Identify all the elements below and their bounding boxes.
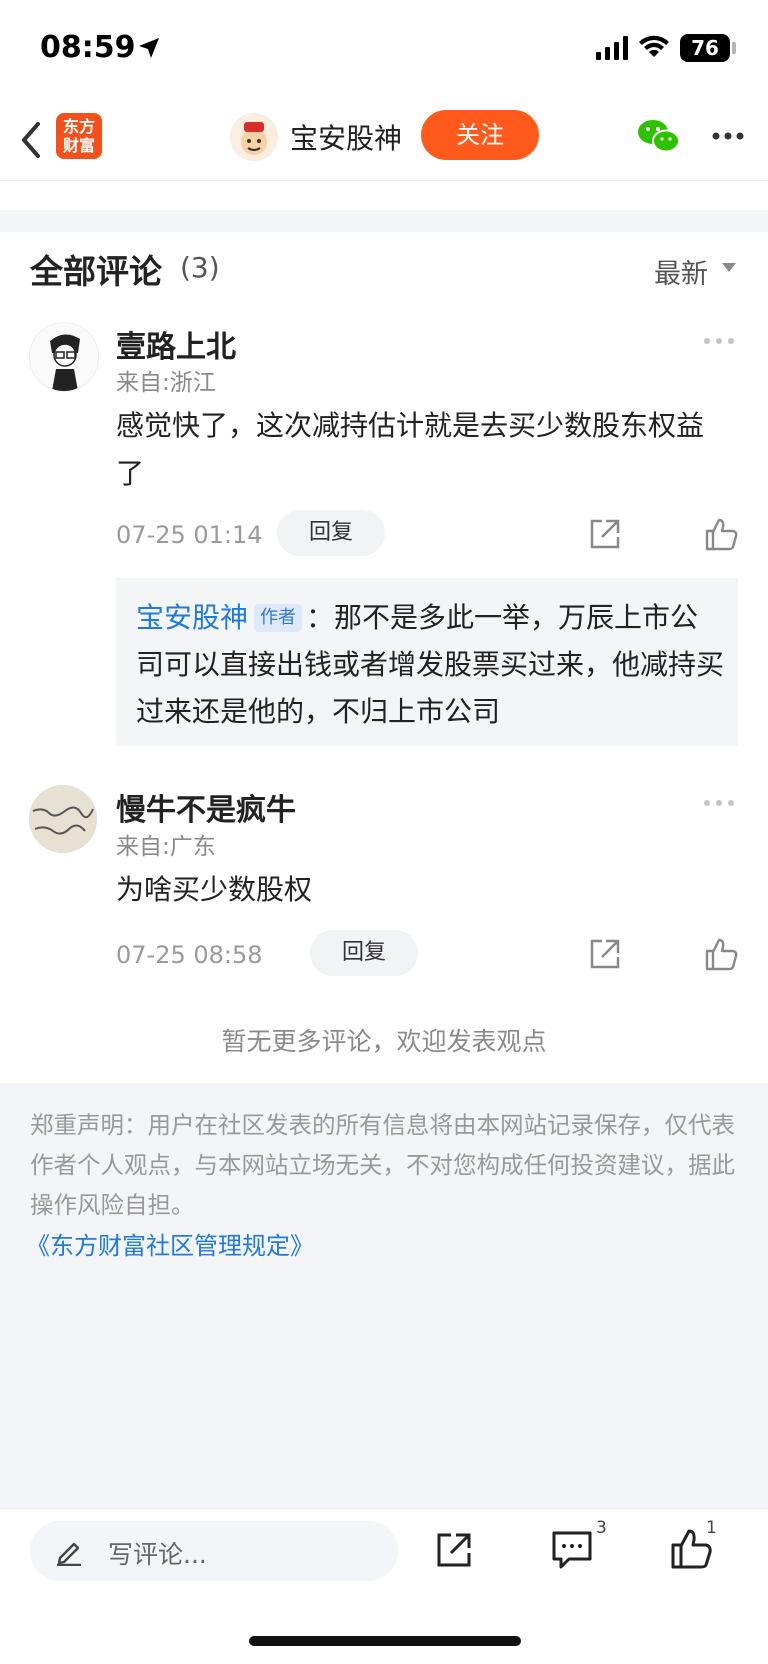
commenter-avatar[interactable]: [29, 322, 99, 392]
disclaimer-text: 郑重声明：用户在社区发表的所有信息将由本网站记录保存，仅代表作者个人观点，与本网…: [30, 1111, 735, 1219]
reply-button[interactable]: 回复: [310, 930, 418, 976]
sort-dropdown[interactable]: 最新: [654, 252, 708, 291]
commenter-location: 来自:浙江: [116, 370, 216, 396]
battery-indicator: 76: [680, 34, 730, 62]
follow-button[interactable]: 关注: [421, 110, 539, 160]
caret-down-icon[interactable]: [722, 263, 736, 273]
like-count-badge: 1: [706, 1518, 717, 1538]
status-time: 08:59: [40, 30, 136, 65]
commenter-name[interactable]: 慢牛不是疯牛: [116, 785, 296, 829]
back-icon[interactable]: [16, 120, 46, 160]
home-indicator: [249, 1636, 521, 1646]
comment-text: 感觉快了，这次减持估计就是去买少数股东权益了: [116, 409, 705, 490]
author-reply: 宝安股神 作者 ：那不是多此一举，万辰上市公司可以直接出钱或者增发股票买过来，他减持…: [136, 594, 726, 735]
reply-author-name[interactable]: 宝安股神: [136, 601, 248, 634]
no-more-comments: 暂无更多评论，欢迎发表观点: [221, 1027, 547, 1056]
author-avatar[interactable]: [230, 113, 278, 161]
comment-placeholder[interactable]: 写评论...: [108, 1535, 207, 1571]
thumbs-up-icon[interactable]: [704, 517, 738, 551]
author-name[interactable]: 宝安股神: [290, 117, 402, 157]
comments-title: 全部评论: [30, 252, 162, 291]
location-arrow-icon: [139, 38, 159, 58]
comment-input[interactable]: [30, 1521, 398, 1581]
wechat-share-icon[interactable]: [636, 116, 680, 156]
share-icon[interactable]: [588, 937, 622, 971]
comment-icon[interactable]: [551, 1530, 593, 1570]
share-icon[interactable]: [434, 1530, 474, 1570]
comment-count-badge: 3: [596, 1518, 607, 1538]
comment-more-icon[interactable]: [702, 336, 736, 346]
section-divider: [0, 210, 768, 232]
comment-time: 07-25 08:58: [116, 941, 263, 969]
reply-button[interactable]: 回复: [277, 510, 385, 556]
commenter-avatar[interactable]: [29, 785, 97, 853]
commenter-name[interactable]: 壹路上北: [116, 322, 236, 366]
battery-tip: [732, 42, 736, 54]
wifi-icon: [639, 35, 669, 57]
community-rules-link[interactable]: 《东方财富社区管理规定》: [26, 1226, 314, 1261]
comment-more-icon[interactable]: [702, 798, 736, 808]
thumbs-up-icon[interactable]: [704, 937, 738, 971]
share-icon[interactable]: [588, 517, 622, 551]
more-options-icon[interactable]: [708, 124, 748, 148]
pen-icon: [57, 1542, 81, 1566]
author-tag: 作者: [254, 604, 303, 632]
cellular-signal-icon: [596, 36, 628, 60]
commenter-location: 来自:广东: [116, 834, 216, 860]
handwriting-avatar-icon: [29, 785, 97, 853]
comments-count: (3): [180, 251, 220, 284]
comment-text: 为啥买少数股权: [116, 873, 313, 906]
fortune-god-avatar-icon: [241, 122, 267, 155]
app-logo[interactable]: 东方财富: [56, 113, 102, 159]
reply-separator: ：: [306, 601, 335, 634]
comment-time: 07-25 01:14: [116, 521, 263, 549]
sketch-avatar-icon: [50, 334, 80, 391]
